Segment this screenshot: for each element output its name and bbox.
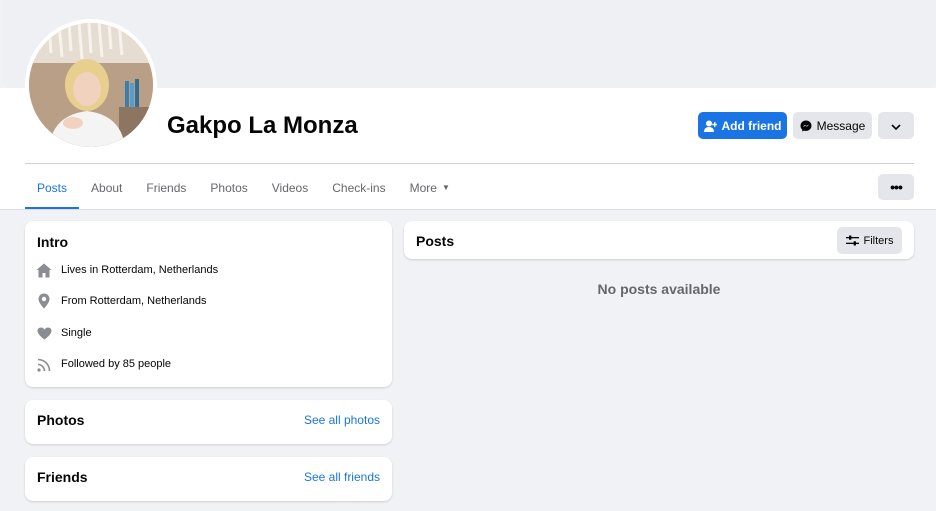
tab-more[interactable]: More ▼ [398,166,462,209]
tab-label: Posts [37,180,68,195]
profile-tabs: Posts About Friends Photos Videos Check-… [25,166,462,209]
add-friend-button[interactable]: Add friend [698,112,787,139]
tabs-more-button[interactable]: ••• [878,174,914,200]
tab-label: About [91,180,123,195]
intro-relationship: Single [36,325,92,341]
home-icon [36,262,52,278]
intro-from: From Rotterdam, Netherlands [36,293,206,309]
see-all-photos-link[interactable]: See all photos [304,413,380,427]
from-prefix: From [61,295,87,307]
filters-label: Filters [863,234,894,247]
tab-label: More [409,180,437,195]
tab-posts[interactable]: Posts [25,166,80,209]
header-divider [25,163,914,164]
add-friend-icon [703,120,717,132]
tab-friends[interactable]: Friends [134,166,198,209]
from-link[interactable]: Rotterdam, Netherlands [90,295,207,307]
rss-feed-icon [36,356,52,372]
tab-label: Check-ins [332,180,386,195]
message-label: Message [816,118,866,133]
no-posts-message: No posts available [597,281,721,297]
tab-about[interactable]: About [79,166,134,209]
add-friend-label: Add friend [721,118,782,133]
lives-in-link[interactable]: Rotterdam, Netherlands [101,264,218,276]
followers-link[interactable]: 85 people [123,358,171,370]
chevron-down-icon [891,119,901,133]
intro-title: Intro [37,234,69,250]
intro-card: Intro Lives in Rotterdam, Netherlands Fr… [25,221,392,387]
see-all-friends-link[interactable]: See all friends [304,470,380,484]
message-button[interactable]: Message [793,112,872,139]
tab-photos[interactable]: Photos [198,166,259,209]
tab-label: Photos [210,180,248,195]
photos-card: Photos See all photos [25,400,392,444]
relationship-status: Single [61,327,92,339]
posts-title: Posts [416,233,455,249]
profile-name: Gakpo La Monza [167,112,358,139]
tab-label: Videos [271,180,309,195]
heart-icon [36,325,52,341]
ellipsis-icon: ••• [890,179,903,195]
profile-avatar[interactable] [25,19,157,151]
intro-followers: Followed by 85 people [36,356,171,372]
followed-prefix: Followed by [61,358,120,370]
friends-card: Friends See all friends [25,457,392,501]
photos-title: Photos [37,412,85,428]
tab-check-ins[interactable]: Check-ins [320,166,397,209]
friends-title: Friends [37,469,88,485]
filter-sliders-icon [845,235,859,246]
more-options-button[interactable] [878,112,914,139]
lives-prefix: Lives in [61,264,99,276]
intro-lives-in: Lives in Rotterdam, Netherlands [36,262,218,278]
location-pin-icon [36,293,52,309]
filters-button[interactable]: Filters [837,227,902,254]
avatar-image [29,23,153,147]
messenger-icon [800,120,812,132]
caret-down-icon: ▼ [441,183,450,192]
tab-label: Friends [146,180,187,195]
tab-videos[interactable]: Videos [260,166,320,209]
